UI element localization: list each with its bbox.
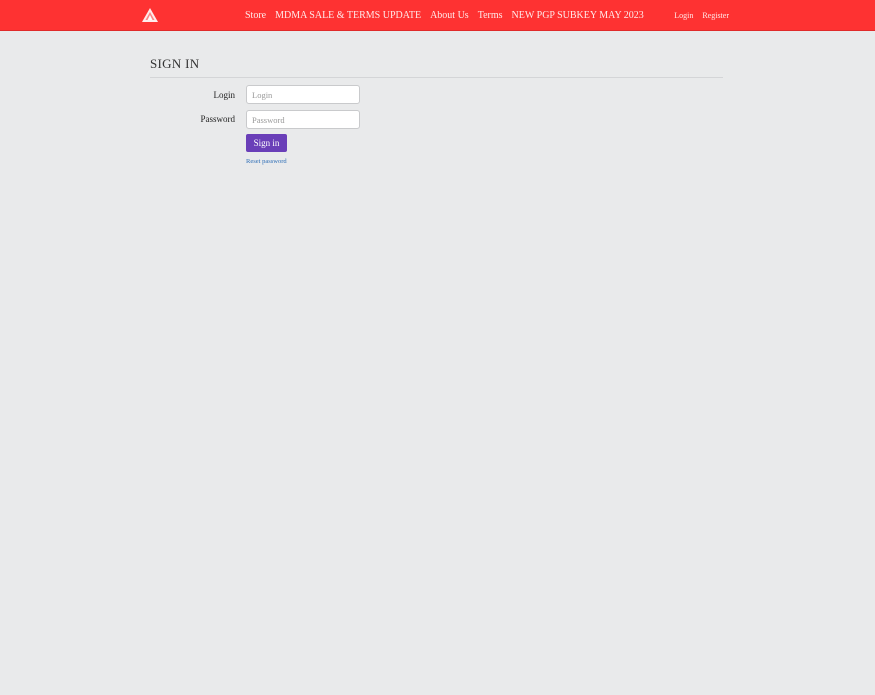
title-divider [150,77,723,78]
main-nav: Store MDMA SALE & TERMS UPDATE About Us … [245,0,653,31]
reset-password-link[interactable]: Reset password [246,158,287,165]
sign-in-button[interactable]: Sign in [246,134,287,152]
nav-link-mdma-sale[interactable]: MDMA SALE & TERMS UPDATE [275,10,421,21]
top-navbar: Store MDMA SALE & TERMS UPDATE About Us … [0,0,875,31]
page-title: SIGN IN [150,56,200,71]
login-input[interactable] [246,85,360,104]
password-input[interactable] [246,110,360,129]
nav-link-terms[interactable]: Terms [478,10,503,21]
password-label: Password [200,114,235,124]
nav-link-pgp-subkey[interactable]: NEW PGP SUBKEY MAY 2023 [512,10,644,21]
nav-link-store[interactable]: Store [245,10,266,21]
nav-register-link[interactable]: Register [702,11,729,20]
nav-link-about-us[interactable]: About Us [430,10,469,21]
login-label: Login [213,90,236,100]
pyramid-logo-icon[interactable] [141,6,159,24]
nav-login-link[interactable]: Login [674,11,693,20]
account-nav: Login Register [665,0,729,31]
